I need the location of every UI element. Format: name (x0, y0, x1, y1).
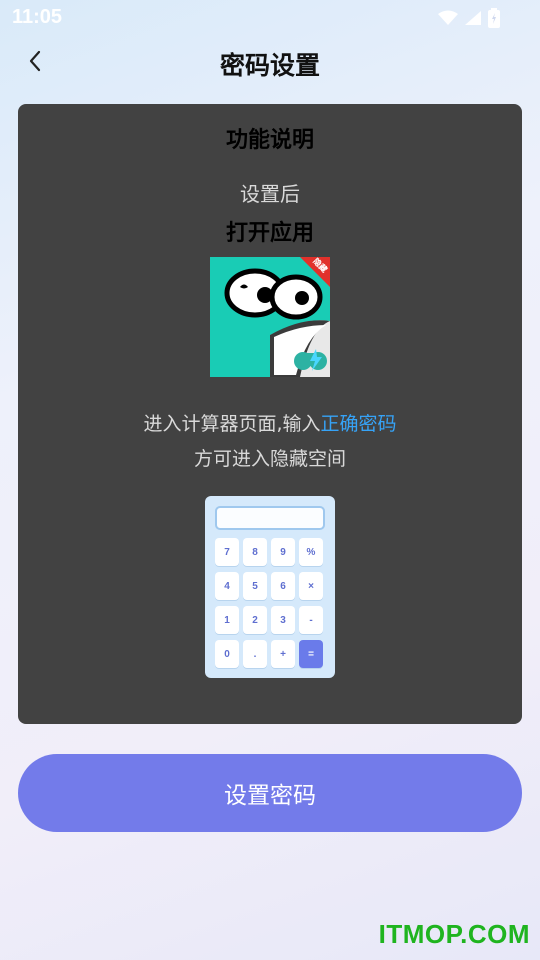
calc-key: - (299, 606, 323, 634)
calculator-illustration: 7 8 9 % 4 5 6 × 1 2 3 - 0 . + = (205, 496, 335, 678)
calc-key: . (243, 640, 267, 668)
instruction-prefix: 进入计算器页面,输入 (143, 413, 321, 435)
calc-key: 5 (243, 572, 267, 600)
status-bar: 11:05 (0, 0, 540, 36)
calc-key: × (299, 572, 323, 600)
status-icons (438, 8, 500, 32)
info-card: 功能说明 设置后 打开应用 隐藏 进入计算器页面,输入正确密码 方可进入隐藏空间… (18, 104, 522, 724)
calc-key: 4 (215, 572, 239, 600)
calc-key: 0 (215, 640, 239, 668)
status-time: 11:05 (12, 6, 63, 28)
calc-key: 2 (243, 606, 267, 634)
calculator-display (215, 506, 325, 530)
calc-key: 3 (271, 606, 295, 634)
signal-icon (464, 10, 482, 30)
card-subtitle-open-app: 打开应用 (225, 221, 314, 246)
calc-key: + (271, 640, 295, 668)
header: 密码设置 (0, 36, 540, 90)
calc-key-equals: = (299, 640, 323, 668)
calc-key: 8 (243, 538, 267, 566)
card-title: 功能说明 (225, 128, 314, 153)
calculator-keypad: 7 8 9 % 4 5 6 × 1 2 3 - 0 . + = (215, 538, 325, 668)
calc-key: 7 (215, 538, 239, 566)
wifi-icon (438, 10, 458, 30)
calc-key: 6 (271, 572, 295, 600)
instruction-line-1: 进入计算器页面,输入正确密码 (18, 409, 522, 436)
calc-key: 1 (215, 606, 239, 634)
page-title: 密码设置 (219, 51, 320, 80)
card-subtitle: 设置后 (240, 182, 300, 206)
calc-key: % (299, 538, 323, 566)
calc-key: 9 (271, 538, 295, 566)
set-password-button[interactable]: 设置密码 (18, 754, 522, 832)
app-icon: 隐藏 (210, 257, 330, 377)
watermark: ITMOP.COM (378, 919, 530, 949)
instruction-line-2: 方可进入隐藏空间 (193, 448, 346, 470)
instruction-highlight: 正确密码 (320, 413, 397, 435)
battery-icon (488, 8, 500, 32)
